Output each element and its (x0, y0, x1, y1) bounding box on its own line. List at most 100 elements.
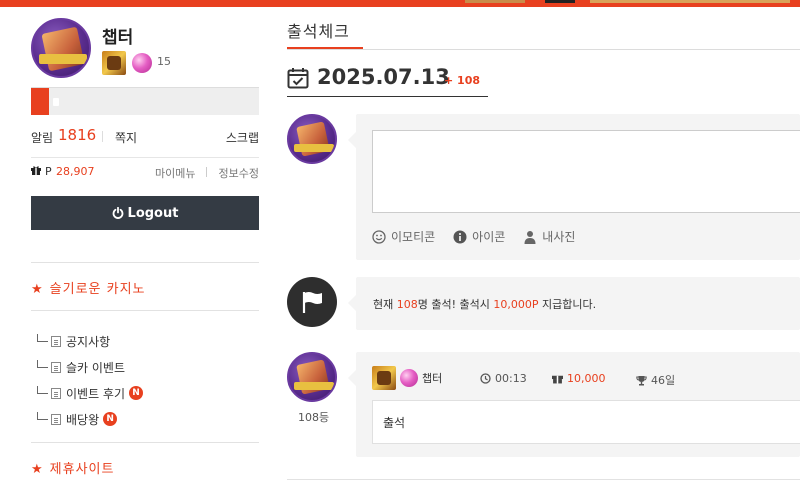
exp-progress-fill (31, 88, 49, 115)
divider (102, 131, 103, 142)
comment-tools: 이모티콘 아이콘 내사진 (372, 228, 575, 245)
attendance-entry-card: 챕터 00:13 10,000 46일 출석 (348, 352, 800, 457)
logout-label: Logout (127, 205, 179, 221)
entry-author-name: 챕터 (422, 372, 443, 385)
notice-text: 현재 (373, 298, 397, 311)
tree-branch-icon (37, 334, 48, 342)
new-badge: N (129, 386, 144, 400)
page-title: 출석체크 (287, 22, 350, 41)
document-icon (51, 387, 61, 399)
smile-icon (372, 229, 386, 244)
document-icon (51, 413, 61, 425)
comment-textarea[interactable] (372, 130, 800, 213)
entry-streak: 46일 (636, 372, 675, 388)
divider (31, 157, 259, 158)
top-banner-strip (545, 0, 575, 3)
divider (287, 479, 800, 480)
board-menu-item-notice[interactable]: 공지사항 (37, 328, 143, 354)
exp-progress-bar (31, 87, 259, 115)
entry-streak-value: 46일 (651, 374, 676, 387)
comment-write-card: 이모티콘 아이콘 내사진 (348, 114, 800, 260)
alarm-count[interactable]: 1816 (58, 126, 96, 144)
tree-branch-icon (37, 386, 48, 394)
gift-icon (31, 166, 41, 175)
board-menu-item-event-review[interactable]: 이벤트 후기 N (37, 380, 144, 406)
board-menu-item-dividend-king[interactable]: 배당왕 N (37, 406, 143, 432)
avatar[interactable] (31, 18, 91, 78)
points-row: P 28,907 마이메뉴 정보수정 (31, 163, 259, 183)
notice-text: 지급합니다. (538, 298, 597, 311)
divider (31, 442, 259, 443)
divider (206, 167, 207, 177)
user-icon (524, 230, 536, 244)
entry-time-value: 00:13 (495, 372, 527, 385)
flag-icon (302, 292, 322, 313)
document-icon (51, 361, 61, 373)
section-title-casino[interactable]: ★ 슬기로운 카지노 (31, 278, 146, 297)
memo-link[interactable]: 쪽지 (115, 129, 137, 146)
trophy-icon (636, 375, 647, 385)
attendance-date: 2025.07.13 (317, 65, 450, 89)
points-label: P (45, 165, 52, 178)
sidebar: 챕터 15 알림 1816 쪽지 스크랩 P 28,907 마이메뉴 정보수정 … (31, 7, 259, 483)
clock-icon (480, 373, 491, 384)
board-menu-label: 슬카 이벤트 (66, 360, 126, 375)
emoticon-button[interactable]: 이모티콘 (372, 228, 435, 245)
logout-button[interactable]: Logout (31, 196, 259, 230)
gem-icon (132, 53, 152, 73)
notice-card: 현재 108명 출석! 출석시 10,000P 지급합니다. (348, 277, 800, 330)
attendance-notice: 현재 108명 출석! 출석시 10,000P 지급합니다. (373, 296, 596, 312)
new-badge: N (103, 412, 118, 426)
section-title-text: 제휴사이트 (49, 462, 115, 477)
mymenu-link[interactable]: 마이메뉴 (155, 165, 195, 181)
tree-branch-icon (37, 412, 48, 420)
entry-comment: 출석 (372, 400, 800, 444)
divider (31, 262, 259, 263)
points-value[interactable]: 28,907 (56, 165, 95, 178)
notice-text: 명 출석! 출석시 (417, 298, 494, 311)
section-title-partners[interactable]: ★ 제휴사이트 (31, 458, 114, 477)
power-icon (112, 207, 123, 219)
entry-points-value: 10,000 (567, 372, 606, 385)
board-menu: 공지사항 슬카 이벤트 이벤트 후기 N 배당왕 N (37, 328, 144, 432)
level-badge-icon (102, 51, 126, 75)
entry-points: 10,000 (552, 372, 606, 385)
notice-reward: 10,000P (493, 298, 539, 311)
top-banner-strip (590, 0, 790, 3)
flag-badge (287, 277, 337, 327)
level-badge-icon (372, 366, 396, 390)
gem-icon (400, 369, 418, 387)
avatar[interactable] (287, 352, 337, 402)
emoticon-label: 이모티콘 (391, 230, 436, 244)
document-icon (51, 335, 61, 347)
board-menu-label: 배당왕 (66, 412, 100, 427)
icon-button[interactable]: 아이콘 (453, 228, 505, 245)
level-number: 15 (157, 55, 171, 68)
edit-profile-link[interactable]: 정보수정 (219, 165, 259, 181)
divider (31, 310, 259, 311)
section-title-text: 슬기로운 카지노 (49, 282, 146, 297)
board-menu-label: 이벤트 후기 (66, 386, 126, 401)
divider (287, 49, 800, 50)
date-row: 2025.07.13 + 108 (287, 65, 488, 97)
notice-count: 108 (396, 298, 418, 311)
my-photo-label: 내사진 (542, 230, 576, 244)
avatar[interactable] (287, 114, 337, 164)
exp-progress-knob (53, 98, 59, 106)
username[interactable]: 챕터 (102, 23, 133, 48)
entry-time: 00:13 (480, 372, 527, 385)
scrap-link[interactable]: 스크랩 (226, 129, 259, 146)
info-icon (453, 230, 467, 243)
board-menu-item-event[interactable]: 슬카 이벤트 (37, 354, 143, 380)
entry-author[interactable]: 챕터 (372, 366, 442, 390)
attendance-count: + 108 (444, 74, 481, 87)
attendance-rank: 108등 (298, 411, 330, 424)
calendar-check-icon[interactable] (287, 67, 309, 89)
top-banner-strip (465, 0, 525, 3)
tree-branch-icon (37, 360, 48, 368)
gift-icon (552, 375, 563, 384)
star-icon: ★ (31, 462, 44, 477)
icon-label: 아이콘 (472, 230, 506, 244)
alarm-label[interactable]: 알림 (31, 129, 53, 146)
my-photo-button[interactable]: 내사진 (523, 228, 575, 245)
